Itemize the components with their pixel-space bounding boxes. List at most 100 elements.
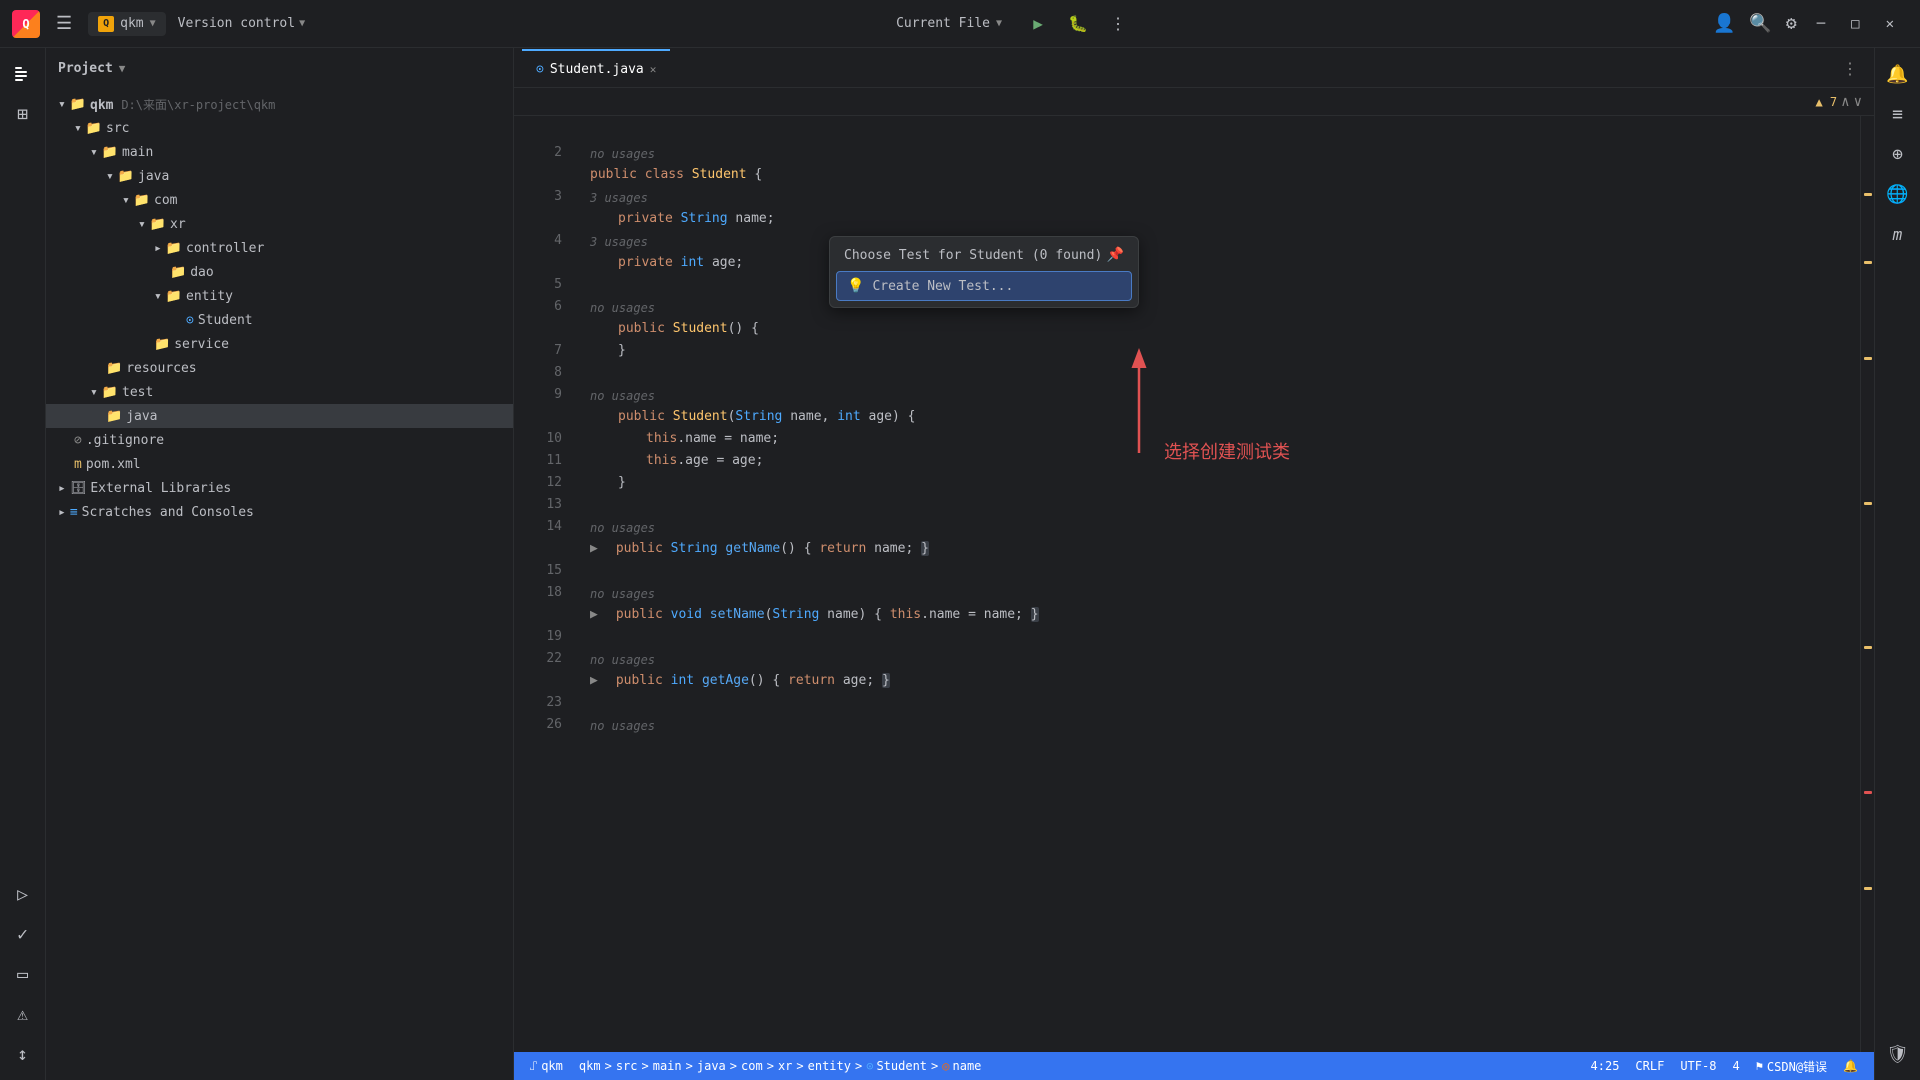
activity-problems[interactable]: ⚠ [5,996,41,1032]
tree-item-entity[interactable]: ▾ 📁 entity [46,284,513,308]
project-header[interactable]: Project ▼ [46,48,513,88]
tree-item-scratches[interactable]: ▸ ≡ Scratches and Consoles [46,500,513,524]
scrollbar-markers [1861,116,1874,1080]
code-hint: no usages [590,386,1860,406]
status-encoding[interactable]: UTF-8 [1672,1059,1724,1073]
fold-arrow[interactable]: ▶ [590,670,598,692]
popup-pin-button[interactable]: 📌 [1107,247,1124,263]
tree-item-external-libs[interactable]: ▸ 🗄 External Libraries [46,476,513,500]
version-control-btn[interactable]: Version control ▼ [178,16,305,31]
activity-run[interactable]: ▷ [5,876,41,912]
search-icon[interactable]: 🔍 [1749,13,1771,34]
more-options-button[interactable]: ⋮ [1104,10,1132,38]
tree-item-java-test[interactable]: 📁 java [46,404,513,428]
tree-item-student[interactable]: ⊙ Student [46,308,513,332]
project-selector[interactable]: Q qkm ▼ [88,12,166,36]
tab-student-java[interactable]: ⊙ Student.java ✕ [522,49,670,87]
chevron-down-icon: ▾ [122,193,130,208]
code-hint: no usages [590,298,1860,318]
status-branch[interactable]: ⑀ qkm [522,1052,571,1080]
status-bar: ⑀ qkm qkm > src > main > java > com > xr… [514,1052,1874,1080]
tree-item-gitignore[interactable]: ⊘ .gitignore [46,428,513,452]
status-csdn[interactable]: ⚑ CSDN@错误 [1748,1058,1835,1075]
activity-todo[interactable]: ✓ [5,916,41,952]
code-hint: no usages [590,144,1860,164]
status-notifications-icon[interactable]: 🔔 [1835,1059,1866,1073]
tree-item-src[interactable]: ▾ 📁 src [46,116,513,140]
status-line-ending[interactable]: CRLF [1627,1059,1672,1073]
code-hint: 3 usages [590,232,1860,252]
tab-more-button[interactable]: ⋮ [1834,49,1866,87]
folder-icon: 📁 [86,121,102,136]
breadcrumb-name: ◎ name [942,1059,981,1073]
tree-item-test[interactable]: ▾ 📁 test [46,380,513,404]
hamburger-menu[interactable]: ☰ [52,9,76,38]
tree-item-qkm[interactable]: ▾ 📁 qkm D:\来面\xr-project\qkm [46,92,513,116]
close-button[interactable]: ✕ [1880,14,1900,34]
tree-item-pom[interactable]: m pom.xml [46,452,513,476]
right-m[interactable]: m [1880,216,1916,252]
code-line: ▶ public int getAge() { return age; } [590,670,1860,692]
maximize-button[interactable]: □ [1845,14,1865,34]
settings-icon[interactable]: ⚙ [1786,13,1797,34]
status-breadcrumb[interactable]: qkm > src > main > java > com > xr > ent… [571,1052,990,1080]
code-line: public Student(String name, int age) { [590,406,1860,428]
code-line [590,494,1860,516]
editor-scrollbar[interactable] [1860,116,1874,1080]
titlebar-right: 👤 🔍 ⚙ ─ □ ✕ [1713,13,1908,34]
code-line [590,560,1860,582]
tree-item-controller[interactable]: ▸ 📁 controller [46,236,513,260]
profile-icon[interactable]: 👤 [1713,13,1735,34]
debug-button[interactable]: 🐛 [1064,10,1092,38]
right-notifications[interactable]: 🔔 [1880,56,1916,92]
bulb-icon: 💡 [847,278,864,294]
code-hint: 3 usages [590,188,1860,208]
status-indent[interactable]: 4 [1724,1059,1747,1073]
tree-item-xr[interactable]: ▾ 📁 xr [46,212,513,236]
create-new-test-item[interactable]: 💡 Create New Test... [836,271,1132,301]
folder-icon: 📁 [118,169,134,184]
code-editor[interactable]: no usages public class Student { 3 usage… [574,116,1860,1080]
chevron-down-icon: ▾ [106,169,114,184]
status-position[interactable]: 4:25 [1583,1059,1628,1073]
activity-files[interactable] [5,56,41,92]
tree-item-resources[interactable]: 📁 resources [46,356,513,380]
minimize-button[interactable]: ─ [1811,14,1831,34]
create-test-label: Create New Test... [872,279,1013,294]
activity-git[interactable]: ↕ [5,1036,41,1072]
fold-arrow[interactable]: ▶ [590,538,598,560]
tree-item-main[interactable]: ▾ 📁 main [46,140,513,164]
tree-item-com[interactable]: ▾ 📁 com [46,188,513,212]
main-layout: ⊞ ▷ ✓ ▭ ⚠ ↕ Project ▼ ▾ 📁 qkm D:\来面\xr-p… [0,48,1920,1080]
java-file-icon: ⊙ [536,62,544,77]
folder-icon: 📁 [150,217,166,232]
folder-icon: 📁 [170,265,186,280]
breadcrumb-xr: xr [778,1059,792,1073]
editor-content[interactable]: 2 3 4 5 6 7 8 9 10 11 12 13 14 15 [514,116,1874,1080]
code-line: public Student() { [590,318,1860,340]
activity-terminal[interactable]: ▭ [5,956,41,992]
choose-test-popup: Choose Test for Student (0 found) 📌 💡 Cr… [829,236,1139,308]
folder-icon: 📁 [102,145,118,160]
right-web[interactable]: 🌐 [1880,176,1916,212]
tab-close-button[interactable]: ✕ [650,63,657,76]
right-plugins[interactable]: ⊕ [1880,136,1916,172]
right-structure[interactable]: ≡ [1880,96,1916,132]
code-line [590,626,1860,648]
tree-item-dao[interactable]: 📁 dao [46,260,513,284]
run-button[interactable]: ▶ [1024,10,1052,38]
current-file-btn[interactable]: Current File ▼ [886,12,1012,35]
breadcrumb-src: src [616,1059,638,1073]
tree-item-java-main[interactable]: ▾ 📁 java [46,164,513,188]
right-shield[interactable]: 🛡 [1880,1036,1916,1072]
tree-item-service[interactable]: 📁 service [46,332,513,356]
activity-plugins[interactable]: ⊞ [5,96,41,132]
breadcrumb-qkm: qkm [579,1059,601,1073]
expand-warnings-button[interactable]: ∧ [1841,94,1849,110]
lib-icon: 🗄 [70,481,87,496]
fold-arrow[interactable]: ▶ [590,604,598,626]
collapse-warnings-button[interactable]: ∨ [1854,94,1862,110]
warning-count: ▲ 7 [1815,95,1837,109]
chevron-down-icon: ▾ [90,145,98,160]
right-sidebar: 🔔 ≡ ⊕ 🌐 m 🛡 [1874,48,1920,1080]
